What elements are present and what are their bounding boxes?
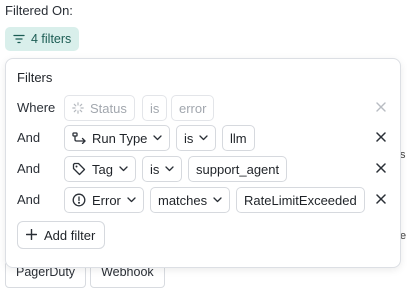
filter-operator-select[interactable]: is xyxy=(176,125,217,151)
filter-field-select[interactable]: Run Type xyxy=(64,125,171,151)
filters-toggle-button[interactable]: 4 filters xyxy=(5,27,80,51)
filter-row-tag: And Tag is support_agent xyxy=(6,156,398,182)
filter-field-select[interactable]: Error xyxy=(64,187,144,213)
tag-icon xyxy=(72,162,86,176)
filter-conjunction: And xyxy=(17,130,41,145)
remove-filter-icon[interactable] xyxy=(374,100,388,114)
add-filter-label: Add filter xyxy=(44,227,96,243)
filter-value-input[interactable]: RateLimitExceeded xyxy=(236,187,365,213)
filters-panel: Filters Where Status is error And Run Ty… xyxy=(5,58,401,268)
spinner-icon xyxy=(72,102,84,114)
filtered-on-label: Filtered On: xyxy=(5,3,73,18)
filter-lines-icon xyxy=(13,34,25,44)
filter-operator-label: is xyxy=(150,100,160,116)
add-filter-button[interactable]: Add filter xyxy=(17,221,106,249)
filter-value-label: support_agent xyxy=(196,161,280,177)
filter-conjunction: And xyxy=(17,161,41,176)
filters-panel-title: Filters xyxy=(17,70,53,85)
remove-filter-icon[interactable] xyxy=(374,130,388,144)
filter-field-label: Tag xyxy=(92,161,113,177)
filter-field-label: Error xyxy=(92,192,121,208)
filter-conjunction: Where xyxy=(17,100,56,115)
filter-operator-select[interactable]: is xyxy=(142,156,183,182)
filter-row-status: Where Status is error xyxy=(6,95,398,121)
filter-value-label: llm xyxy=(230,130,247,146)
chevron-down-icon xyxy=(213,197,222,203)
remove-filter-icon[interactable] xyxy=(374,192,388,206)
alert-circle-icon xyxy=(72,193,86,207)
filter-row-error: And Error matches RateLimitExceeded xyxy=(6,187,398,213)
filter-field-select[interactable]: Tag xyxy=(64,156,136,182)
filter-operator-label: is xyxy=(150,161,160,177)
plus-icon xyxy=(25,228,38,243)
filter-field-label: Status xyxy=(90,100,127,116)
filter-operator-label: matches xyxy=(158,192,208,208)
chevron-down-icon xyxy=(165,166,175,172)
filter-operator-select[interactable]: matches xyxy=(150,187,231,213)
chevron-down-icon xyxy=(199,135,209,141)
filter-value-input[interactable]: support_agent xyxy=(188,156,288,182)
filter-value-label: error xyxy=(179,100,207,116)
filter-field-select[interactable]: Status xyxy=(64,95,135,121)
filter-value-input[interactable]: llm xyxy=(222,125,255,151)
filter-row-run-type: And Run Type is llm xyxy=(6,125,398,151)
filters-count-label: 4 filters xyxy=(31,32,72,46)
filter-conjunction: And xyxy=(17,192,41,207)
filter-value-label: RateLimitExceeded xyxy=(244,192,357,208)
chevron-down-icon xyxy=(127,197,136,203)
remove-filter-icon[interactable] xyxy=(374,161,388,175)
run-type-icon xyxy=(72,132,86,144)
filter-field-label: Run Type xyxy=(92,130,148,146)
chevron-down-icon xyxy=(153,135,163,141)
filter-value-input[interactable]: error xyxy=(171,95,215,121)
filter-operator-select[interactable]: is xyxy=(142,95,168,121)
chevron-down-icon xyxy=(119,166,128,172)
filter-operator-label: is xyxy=(184,130,194,146)
